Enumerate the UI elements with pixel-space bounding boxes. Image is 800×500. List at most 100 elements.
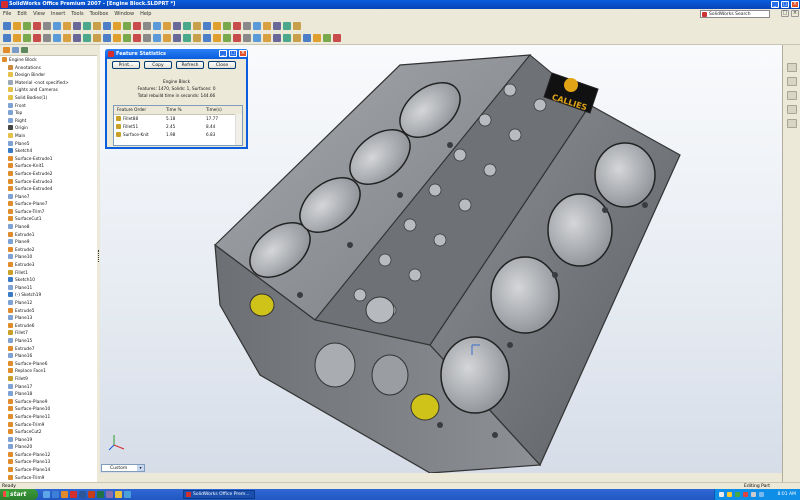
dialog-title-bar[interactable]: Feature Statistics _ □ × <box>105 49 248 59</box>
tree-item[interactable]: Sketch10 <box>0 277 97 285</box>
tree-item[interactable]: Surface-Plane11 <box>0 413 97 422</box>
tree-item[interactable]: Plane17 <box>0 383 97 392</box>
toolbar-button-icon[interactable] <box>73 22 81 30</box>
tree-item[interactable]: Top <box>0 110 97 118</box>
tree-item[interactable]: SurfaceCut1 <box>0 216 97 224</box>
table-row[interactable]: Surface-Knit 1.98 6.83 <box>114 131 235 138</box>
tree-item[interactable]: Solid Bodies(1) <box>0 94 97 103</box>
toolbar-button-icon[interactable] <box>313 34 321 42</box>
tree-item[interactable]: Plane20 <box>0 444 97 452</box>
tree-item[interactable]: SurfaceCut2 <box>0 429 97 437</box>
vertical-scrollbar[interactable] <box>235 114 242 145</box>
volume-icon[interactable] <box>751 492 756 497</box>
toolbar-button-icon[interactable] <box>183 22 191 30</box>
chevron-down-icon[interactable]: ▾ <box>137 465 144 471</box>
close-icon[interactable]: × <box>239 50 247 57</box>
tree-item[interactable]: Surface-Plane10 <box>0 406 97 414</box>
property-tab-icon[interactable] <box>12 47 19 53</box>
table-row[interactable]: Fillet88 5.18 17.77 <box>114 115 235 122</box>
tree-item[interactable]: Plane7 <box>0 193 97 202</box>
toolbar-button-icon[interactable] <box>283 22 291 30</box>
toolbar-button-icon[interactable] <box>303 34 311 42</box>
tree-item[interactable]: Plane19 <box>0 436 97 445</box>
tree-item[interactable]: Plane9 <box>0 239 97 247</box>
toolbar-button-icon[interactable] <box>203 34 211 42</box>
toolbar-button-icon[interactable] <box>143 22 151 30</box>
toolbar-button-icon[interactable] <box>3 22 11 30</box>
toolbar-button-icon[interactable] <box>123 34 131 42</box>
tree-item[interactable]: Surface-Extrude4 <box>0 186 97 194</box>
toolbar-button-icon[interactable] <box>83 34 91 42</box>
tree-item[interactable]: Extrude5 <box>0 307 97 316</box>
tree-item[interactable]: Surface-Extrude3 <box>0 178 97 187</box>
toolbar-button-icon[interactable] <box>273 34 281 42</box>
tray-icon[interactable] <box>743 492 748 497</box>
toolbar-button-icon[interactable] <box>213 34 221 42</box>
tree-item[interactable]: Surface-Plane14 <box>0 467 97 475</box>
doc-restore-icon[interactable]: □ <box>781 10 789 17</box>
title-bar[interactable]: SolidWorks Office Premium 2007 - [Engine… <box>0 0 800 9</box>
tree-item[interactable]: Surface-Plane9 <box>0 398 97 407</box>
toolbar-button-icon[interactable] <box>133 34 141 42</box>
menu-window[interactable]: Window <box>111 9 137 20</box>
toolbar-button-icon[interactable] <box>133 22 141 30</box>
tree-item[interactable]: Extrude1 <box>0 231 97 240</box>
maximize-icon[interactable]: □ <box>781 1 789 8</box>
toolbar-button-icon[interactable] <box>323 34 331 42</box>
toolbar-button-icon[interactable] <box>183 34 191 42</box>
toolbar-button-icon[interactable] <box>23 34 31 42</box>
tree-item[interactable]: Lights and Cameras <box>0 87 97 95</box>
statistics-table[interactable]: Feature Order Time % Time(s) Fillet88 5.… <box>113 105 243 146</box>
tree-item[interactable]: Main <box>0 132 97 141</box>
menu-edit[interactable]: Edit <box>14 9 30 20</box>
tree-item[interactable]: Surface-Plane7 <box>0 201 97 209</box>
tree-item[interactable]: Fillet7 <box>0 330 97 338</box>
toolbar-button-icon[interactable] <box>113 34 121 42</box>
toolbar-button-icon[interactable] <box>53 34 61 42</box>
start-button[interactable]: start <box>0 489 38 500</box>
menu-tools[interactable]: Tools <box>68 9 86 20</box>
powerpoint-icon[interactable] <box>88 491 95 498</box>
tree-item[interactable]: Plane16 <box>0 353 97 361</box>
browser-icon[interactable] <box>52 491 59 498</box>
tree-item[interactable]: Right <box>0 117 97 126</box>
file-explorer-icon[interactable] <box>787 91 797 100</box>
tree-item[interactable]: Plane11 <box>0 284 97 293</box>
toolbar-button-icon[interactable] <box>253 22 261 30</box>
tree-item[interactable]: Replace Face1 <box>0 368 97 376</box>
toolbar-button-icon[interactable] <box>243 34 251 42</box>
tray-icon[interactable] <box>735 492 740 497</box>
app-icon[interactable] <box>106 491 113 498</box>
tree-item[interactable]: Extrude2 <box>0 246 97 255</box>
toolbar-button-icon[interactable] <box>43 22 51 30</box>
folder-icon[interactable] <box>115 491 122 498</box>
toolbar-button-icon[interactable] <box>273 22 281 30</box>
toolbar-button-icon[interactable] <box>153 34 161 42</box>
toolbar-button-icon[interactable] <box>3 34 11 42</box>
toolbar-button-icon[interactable] <box>63 34 71 42</box>
tree-item[interactable]: Surface-Plane12 <box>0 451 97 460</box>
library-icon[interactable] <box>787 77 797 86</box>
toolbar-button-icon[interactable] <box>103 22 111 30</box>
configuration-tab-icon[interactable] <box>21 47 28 53</box>
table-row[interactable]: Fillet51 2.45 8.44 <box>114 123 235 130</box>
toolbar-button-icon[interactable] <box>173 34 181 42</box>
tree-item[interactable]: Plane15 <box>0 337 97 346</box>
tree-item[interactable]: Design Binder <box>0 72 97 80</box>
tree-item[interactable]: Plane5 <box>0 140 97 149</box>
close-button[interactable]: Close <box>208 61 236 69</box>
home-icon[interactable] <box>787 63 797 72</box>
app-icon[interactable] <box>124 491 131 498</box>
desktop-icon[interactable] <box>43 491 50 498</box>
toolbar-button-icon[interactable] <box>163 22 171 30</box>
minimize-icon[interactable]: _ <box>219 50 227 57</box>
menu-help[interactable]: Help <box>137 9 154 20</box>
tree-item[interactable]: Annotations <box>0 64 97 73</box>
toolbar-button-icon[interactable] <box>263 22 271 30</box>
close-icon[interactable]: × <box>791 1 799 8</box>
refresh-button[interactable]: Refresh <box>176 61 204 69</box>
tree-item[interactable]: Surface-Plane13 <box>0 459 97 467</box>
configuration-select[interactable]: Custom ▾ <box>101 464 145 472</box>
toolbar-button-icon[interactable] <box>103 34 111 42</box>
toolbar-button-icon[interactable] <box>63 22 71 30</box>
